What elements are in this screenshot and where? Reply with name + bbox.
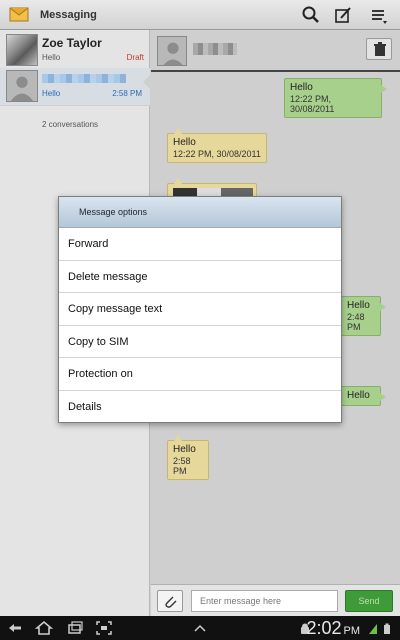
option-copy-message-text[interactable]: Copy message text [59, 293, 341, 326]
message-bubble[interactable]: Hello [341, 386, 386, 406]
message-time: 12:22 PM, 30/08/2011 [290, 94, 335, 114]
message-text: Hello [173, 444, 196, 455]
expand-up-icon[interactable] [191, 620, 209, 636]
compose-icon[interactable] [332, 4, 354, 26]
chat-header [151, 30, 400, 72]
message-text: Hello [290, 82, 313, 93]
home-icon[interactable] [34, 620, 54, 636]
conversation-item[interactable]: Hello 2:58 PM [0, 68, 150, 106]
screenshot-icon[interactable] [95, 620, 113, 636]
compose-bar: Send [151, 584, 400, 616]
option-copy-to-sim[interactable]: Copy to SIM [59, 326, 341, 358]
conversation-count: 2 conversations [42, 120, 99, 129]
conversation-name-obscured [42, 74, 126, 83]
conversation-time: 2:58 PM [112, 89, 142, 98]
recent-apps-icon[interactable] [66, 620, 84, 636]
option-protection-on[interactable]: Protection on [59, 358, 341, 391]
action-bar: Messaging [0, 0, 400, 30]
signal-icon [368, 622, 378, 634]
messaging-app-icon [9, 5, 29, 23]
clock: 2:02 PM [306, 618, 360, 638]
message-bubble[interactable]: Hello 12:22 PM, 30/08/2011 [284, 78, 387, 118]
message-text: Hello [173, 137, 196, 148]
delete-conversation-button[interactable] [366, 38, 392, 60]
dialog-title: Message options [59, 197, 341, 228]
app-title: Messaging [40, 9, 97, 21]
message-time: 2:58 PM [173, 456, 191, 476]
message-bubble[interactable]: Hello 12:22 PM, 30/08/2011 [167, 128, 267, 163]
option-details[interactable]: Details [59, 391, 341, 424]
message-bubble[interactable]: Hello 2:58 PM [167, 435, 209, 480]
send-button[interactable]: Send [345, 590, 393, 612]
message-text: Hello [347, 390, 370, 401]
message-time: 12:22 PM, 30/08/2011 [173, 149, 261, 159]
message-options-dialog: Message options Forward Delete message C… [58, 196, 342, 423]
conversation-item[interactable]: Zoe Taylor Hello Draft [0, 32, 150, 70]
contact-avatar-icon [157, 36, 187, 66]
message-bubble[interactable]: Hello 2:48 PM [341, 296, 386, 336]
attach-icon [165, 596, 177, 608]
message-input[interactable] [191, 590, 338, 612]
back-icon[interactable] [6, 620, 24, 636]
attach-button[interactable] [157, 590, 183, 612]
draft-label: Draft [126, 53, 144, 62]
contact-avatar-icon [6, 70, 38, 102]
conversation-name: Zoe Taylor [42, 36, 102, 50]
contact-name-obscured [193, 43, 237, 55]
message-text: Hello [347, 300, 370, 311]
system-bar: 2:02 PM [0, 616, 400, 640]
menu-icon[interactable] [368, 4, 390, 26]
trash-icon [374, 42, 386, 56]
option-delete-message[interactable]: Delete message [59, 261, 341, 293]
conversation-snippet: Hello [42, 53, 61, 62]
search-icon[interactable] [300, 4, 322, 26]
message-time: 2:48 PM [347, 312, 365, 332]
battery-icon [382, 622, 392, 634]
contact-photo [6, 34, 38, 66]
option-forward[interactable]: Forward [59, 228, 341, 261]
selection-pointer [143, 74, 151, 90]
conversation-snippet: Hello [42, 89, 61, 98]
